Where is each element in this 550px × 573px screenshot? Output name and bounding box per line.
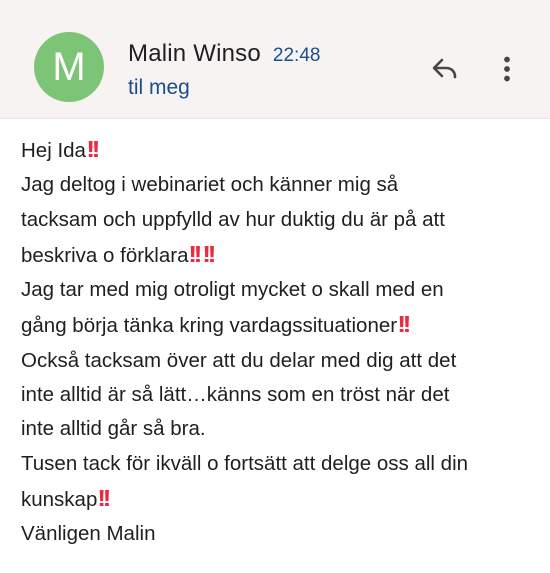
message-line-text: Jag tar med mig otroligt mycket o skall …: [21, 278, 444, 302]
message-line: Tusen tack för ikväll o fortsätt att del…: [21, 447, 545, 481]
message-line-text: kunskap: [21, 487, 98, 511]
double-exclamation-icon: !!: [86, 136, 100, 162]
message-line: Jag tar med mig otroligt mycket o skall …: [21, 273, 545, 307]
message-line-text: tacksam och uppfylld av hur duktig du är…: [21, 207, 445, 231]
message-line: inte alltid går så bra.: [21, 412, 545, 446]
more-vertical-icon: [504, 56, 510, 82]
message-line: Vänligen Malin: [21, 517, 545, 551]
message-line: gång börja tänka kring vardagssituatione…: [21, 307, 545, 343]
reply-arrow-icon: [432, 58, 457, 79]
message-line-text: Jag deltog i webinariet och känner mig s…: [21, 173, 399, 197]
message-line: Också tacksam över att du delar med dig …: [21, 344, 545, 378]
message-line-text: Hej Ida: [21, 139, 86, 162]
message-time: 22:48: [272, 45, 321, 66]
message-line-text: gång börja tänka kring vardagssituatione…: [21, 314, 398, 338]
message-line-text: Tusen tack för ikväll o fortsätt att del…: [21, 451, 469, 475]
message-line: Hej Ida!!: [21, 132, 545, 168]
double-exclamation-icon: !!: [397, 311, 411, 338]
message-body: Hej Ida!! Jag deltog i webinariet och kän…: [21, 132, 545, 552]
message-line-text: inte alltid är så lätt…känns som en trös…: [21, 383, 450, 407]
double-exclamation-icon: !!: [97, 484, 112, 511]
double-exclamation-icon: !!: [188, 240, 203, 267]
recipient-label[interactable]: til meg: [128, 76, 190, 100]
message-line-text: beskriva o förklara: [21, 243, 189, 267]
message-line: kunskap!!: [21, 481, 545, 517]
message-line: Jag deltog i webinariet och känner mig s…: [21, 168, 545, 202]
message-line-text: Också tacksam över att du delar med dig …: [21, 348, 457, 372]
message-line-text: Vänligen Malin: [21, 522, 156, 546]
sender-avatar[interactable]: M: [34, 32, 104, 102]
sender-name[interactable]: Malin Winso: [128, 40, 261, 68]
more-options-button[interactable]: [494, 52, 520, 86]
message-line: beskriva o förklara!!!!: [21, 237, 545, 273]
message-line: tacksam och uppfylld av hur duktig du är…: [21, 203, 545, 237]
message-line-text: inte alltid går så bra.: [21, 417, 206, 441]
reply-button[interactable]: [428, 54, 462, 84]
avatar-letter: M: [52, 45, 86, 89]
message-line: inte alltid är så lätt…känns som en trös…: [21, 378, 545, 412]
double-exclamation-icon: !!: [202, 240, 216, 267]
email-header: M Malin Winso 22:48 til meg: [0, 0, 550, 119]
sender-line: Malin Winso 22:48: [128, 40, 320, 68]
